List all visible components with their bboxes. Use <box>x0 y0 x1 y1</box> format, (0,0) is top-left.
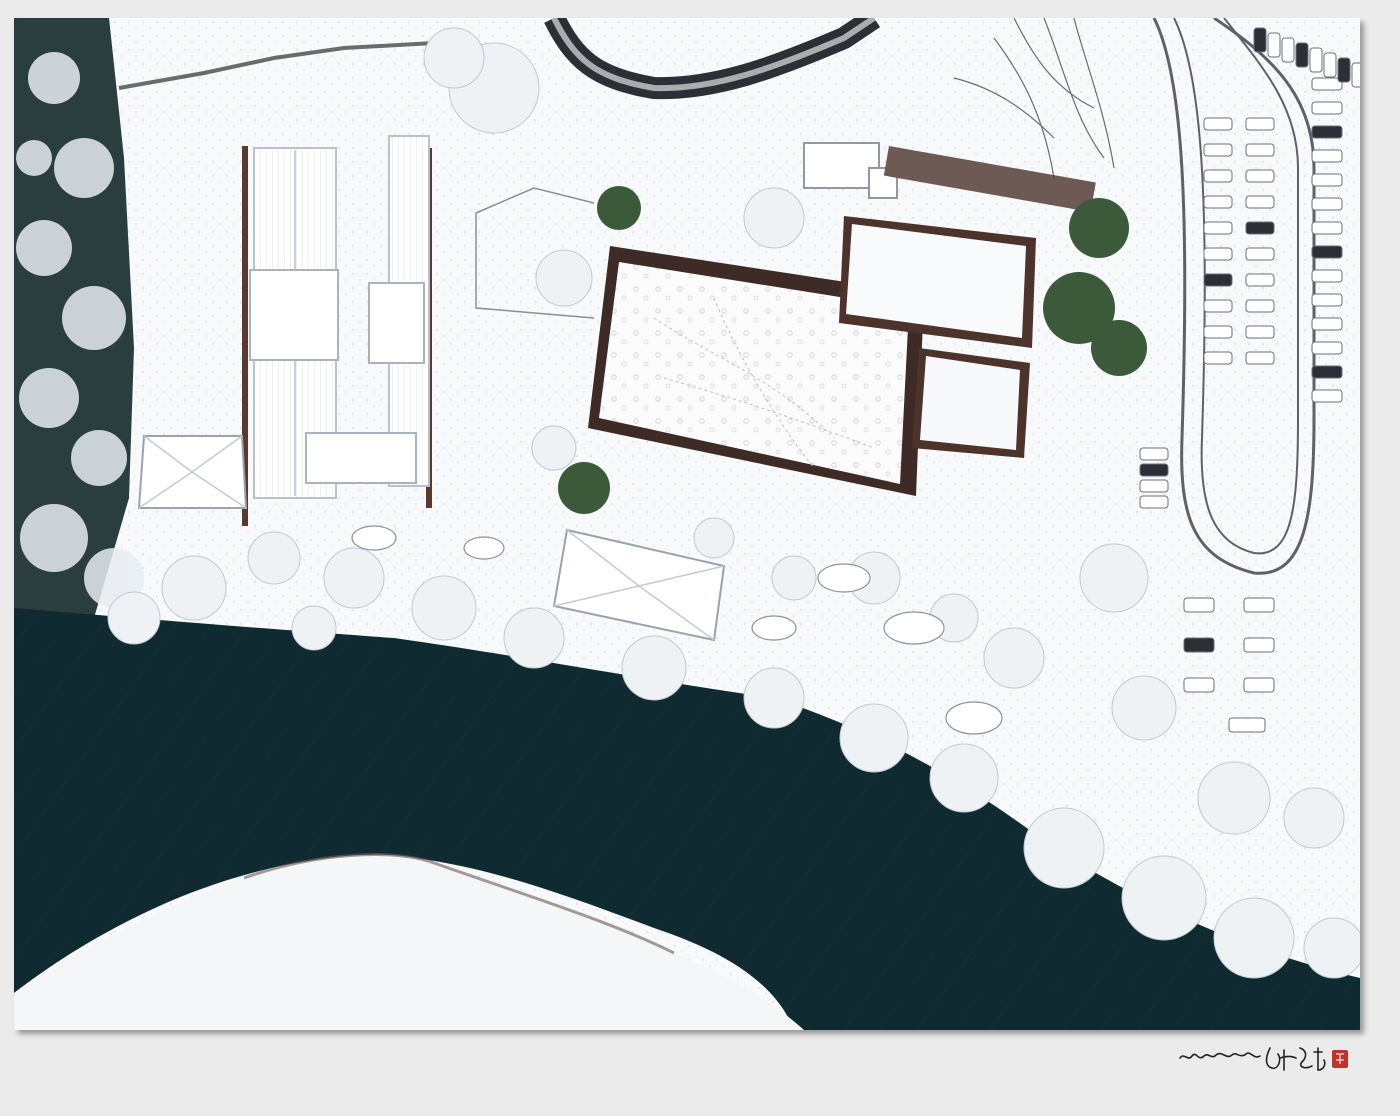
car <box>1311 149 1343 163</box>
photographer-signature <box>1178 1040 1353 1076</box>
car <box>1323 52 1337 78</box>
car <box>1245 195 1275 209</box>
car <box>1311 173 1343 187</box>
car <box>1203 325 1233 339</box>
car <box>1183 677 1215 693</box>
car <box>1203 273 1233 287</box>
car <box>1203 117 1233 131</box>
car <box>1139 479 1169 493</box>
car <box>1311 197 1343 211</box>
car <box>1139 463 1169 477</box>
car <box>1203 221 1233 235</box>
car <box>1243 597 1275 613</box>
car <box>1337 57 1351 83</box>
car <box>1311 365 1343 379</box>
car <box>1311 101 1343 115</box>
car <box>1245 273 1275 287</box>
car <box>1351 62 1360 88</box>
car <box>1203 247 1233 261</box>
car <box>1183 637 1215 653</box>
signature-logo <box>1179 1047 1348 1071</box>
car <box>1245 325 1275 339</box>
car <box>1243 637 1275 653</box>
car <box>1311 317 1343 331</box>
car <box>1203 351 1233 365</box>
car <box>1245 247 1275 261</box>
car <box>1245 117 1275 131</box>
pavilion-left <box>137 435 248 509</box>
car <box>1139 447 1169 461</box>
car <box>1228 717 1266 733</box>
car <box>1139 495 1169 509</box>
car <box>1203 143 1233 157</box>
car <box>1253 27 1267 53</box>
car <box>1203 169 1233 183</box>
car <box>1183 597 1215 613</box>
car <box>1203 195 1233 209</box>
aerial-snow-photo <box>14 18 1360 1030</box>
car <box>1311 125 1343 139</box>
car <box>1311 341 1343 355</box>
car <box>1311 389 1343 403</box>
car <box>1245 299 1275 313</box>
car <box>1281 37 1295 63</box>
car <box>1267 32 1281 58</box>
car <box>1311 221 1343 235</box>
car <box>1245 169 1275 183</box>
car <box>1203 299 1233 313</box>
car <box>1245 143 1275 157</box>
car <box>1311 269 1343 283</box>
photo-frame <box>14 18 1360 1030</box>
car <box>1311 77 1343 91</box>
car <box>1245 221 1275 235</box>
car <box>1295 42 1309 68</box>
car <box>1311 245 1343 259</box>
car <box>1245 351 1275 365</box>
car <box>1309 47 1323 73</box>
car <box>1311 293 1343 307</box>
car <box>1243 677 1275 693</box>
